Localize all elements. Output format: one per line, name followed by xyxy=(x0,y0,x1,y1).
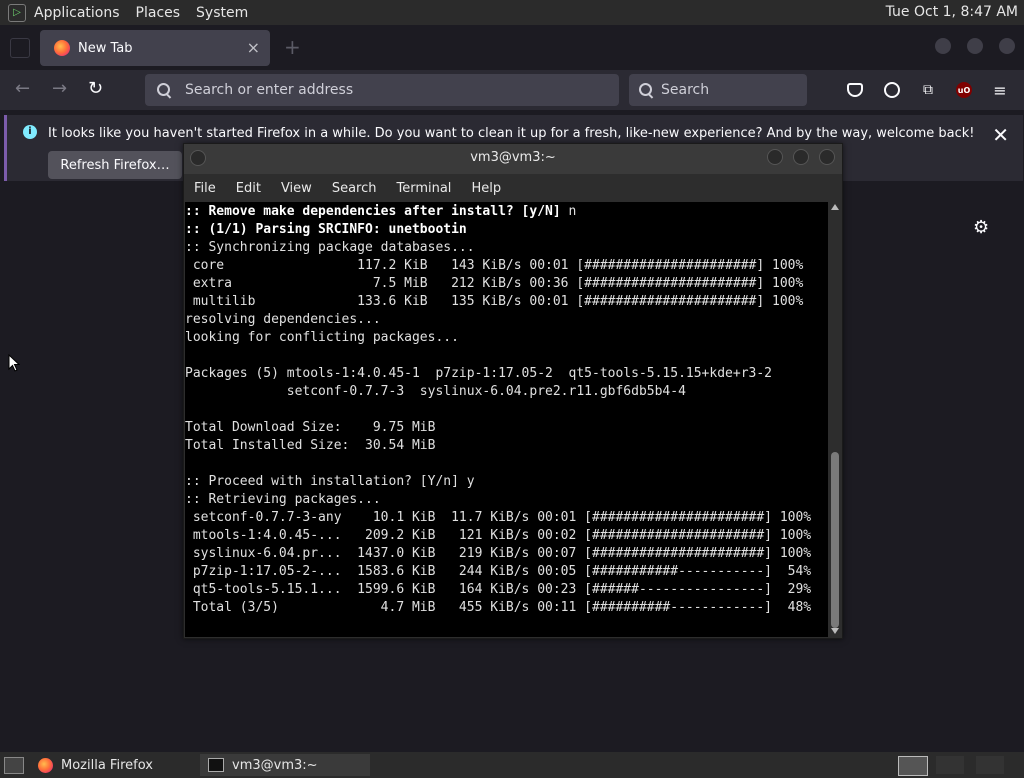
pocket-icon[interactable] xyxy=(846,81,864,99)
mouse-pointer-icon xyxy=(8,354,20,372)
workspace-1[interactable] xyxy=(898,756,928,776)
scroll-down-arrow-icon[interactable] xyxy=(831,628,839,634)
top-panel: ▷ Applications Places System Tue Oct 1, … xyxy=(0,0,1024,25)
terminal-line: Total Download Size: 9.75 MiB xyxy=(185,420,436,435)
firefox-icon xyxy=(54,40,70,56)
search-icon xyxy=(639,83,653,97)
terminal-title: vm3@vm3:~ xyxy=(470,150,556,165)
search-icon xyxy=(157,83,171,97)
terminal-line: setconf-0.7.7-3 syslinux-6.04.pre2.r11.g… xyxy=(185,384,686,399)
terminal-scrollbar[interactable] xyxy=(829,202,841,636)
tab-title: New Tab xyxy=(78,40,133,56)
address-bar[interactable]: Search or enter address xyxy=(145,74,619,106)
close-notification-icon[interactable]: ✕ xyxy=(992,123,1009,147)
terminal-line: :: Remove make dependencies after instal… xyxy=(185,204,577,219)
taskbar-item-firefox[interactable]: Mozilla Firefox xyxy=(0,754,190,776)
taskbar-item-label: Mozilla Firefox xyxy=(61,757,153,773)
system-menu[interactable]: System xyxy=(196,5,248,21)
terminal-line: :: Synchronizing package databases... xyxy=(185,240,475,255)
firefox-navbar: ← → ↻ Search or enter address Search ⧉ u… xyxy=(0,70,1024,110)
forward-arrow-icon[interactable]: → xyxy=(52,80,67,98)
tab-close-icon[interactable]: × xyxy=(247,38,260,57)
search-bar[interactable]: Search xyxy=(629,74,807,106)
notification-message: It looks like you haven't started Firefo… xyxy=(48,126,975,141)
hamburger-menu-icon[interactable]: ≡ xyxy=(991,81,1009,100)
terminal-line: Total (3/5) 4.7 MiB 455 KiB/s 00:11 [###… xyxy=(185,600,812,615)
applications-menu[interactable]: Applications xyxy=(34,5,120,21)
menu-search[interactable]: Search xyxy=(332,181,377,196)
clock[interactable]: Tue Oct 1, 8:47 AM xyxy=(886,4,1018,20)
address-bar-placeholder: Search or enter address xyxy=(185,82,354,98)
taskbar-item-label: vm3@vm3:~ xyxy=(232,757,318,773)
terminal-line: multilib 133.6 KiB 135 KiB/s 00:01 [####… xyxy=(185,294,804,309)
terminal-line: resolving dependencies... xyxy=(185,312,381,327)
terminal-line: setconf-0.7.7-3-any 10.1 KiB 11.7 KiB/s … xyxy=(185,510,812,525)
tab-new-tab[interactable]: New Tab × xyxy=(40,30,270,66)
menu-file[interactable]: File xyxy=(194,181,216,196)
terminal-menubar: File Edit View Search Terminal Help xyxy=(184,174,842,202)
firefox-view-button[interactable] xyxy=(10,38,30,58)
taskbar-item-terminal[interactable]: vm3@vm3:~ xyxy=(200,754,370,776)
menu-edit[interactable]: Edit xyxy=(236,181,261,196)
minimize-button[interactable] xyxy=(935,38,951,54)
terminal-line: looking for conflicting packages... xyxy=(185,330,459,345)
terminal-line: :: Retrieving packages... xyxy=(185,492,381,507)
close-window-button[interactable] xyxy=(999,38,1015,54)
terminal-line: syslinux-6.04.pr... 1437.0 KiB 219 KiB/s… xyxy=(185,546,812,561)
account-icon[interactable] xyxy=(883,81,901,99)
terminal-line: :: Proceed with installation? [Y/n] y xyxy=(185,474,475,489)
terminal-minimize-button[interactable] xyxy=(767,149,783,165)
search-bar-placeholder: Search xyxy=(661,82,710,98)
terminal-close-button[interactable] xyxy=(819,149,835,165)
menu-view[interactable]: View xyxy=(281,181,312,196)
extensions-icon[interactable]: ⧉ xyxy=(919,81,937,99)
terminal-icon xyxy=(208,758,224,772)
window-menu-button[interactable] xyxy=(190,150,206,166)
settings-gear-icon[interactable]: ⚙ xyxy=(973,219,991,237)
terminal-line: Packages (5) mtools-1:4.0.45-1 p7zip-1:1… xyxy=(185,366,772,381)
places-menu[interactable]: Places xyxy=(136,5,181,21)
terminal-line: extra 7.5 MiB 212 KiB/s 00:36 [#########… xyxy=(185,276,804,291)
scroll-up-arrow-icon[interactable] xyxy=(831,204,839,210)
terminal-line: qt5-tools-5.15.1... 1599.6 KiB 164 KiB/s… xyxy=(185,582,812,597)
scrollbar-thumb[interactable] xyxy=(831,452,839,628)
back-arrow-icon[interactable]: ← xyxy=(15,80,30,98)
terminal-launcher-icon[interactable]: ▷ xyxy=(8,3,26,22)
terminal-line: core 117.2 KiB 143 KiB/s 00:01 [########… xyxy=(185,258,804,273)
maximize-button[interactable] xyxy=(967,38,983,54)
info-icon: i xyxy=(23,125,37,139)
bottom-taskbar: Mozilla Firefox vm3@vm3:~ xyxy=(0,752,1024,778)
terminal-maximize-button[interactable] xyxy=(793,149,809,165)
terminal-line: Total Installed Size: 30.54 MiB xyxy=(185,438,436,453)
firefox-tab-strip: New Tab × + xyxy=(0,25,1024,70)
firefox-icon xyxy=(38,757,53,773)
new-tab-button[interactable]: + xyxy=(284,35,301,59)
terminal-window[interactable]: vm3@vm3:~ File Edit View Search Terminal… xyxy=(183,143,843,639)
terminal-line: mtools-1:4.0.45-... 209.2 KiB 121 KiB/s … xyxy=(185,528,812,543)
terminal-titlebar[interactable]: vm3@vm3:~ xyxy=(184,144,842,174)
menu-terminal[interactable]: Terminal xyxy=(396,181,451,196)
terminal-line: p7zip-1:17.05-2-... 1583.6 KiB 244 KiB/s… xyxy=(185,564,812,579)
reload-icon[interactable]: ↻ xyxy=(88,80,103,98)
ublock-origin-icon[interactable]: uO xyxy=(955,81,973,99)
terminal-output[interactable]: :: Remove make dependencies after instal… xyxy=(185,202,828,637)
menu-help[interactable]: Help xyxy=(471,181,501,196)
workspace-2[interactable] xyxy=(936,756,964,774)
refresh-firefox-button[interactable]: Refresh Firefox… xyxy=(48,151,182,179)
terminal-line: :: (1/1) Parsing SRCINFO: unetbootin xyxy=(185,222,467,237)
workspace-3[interactable] xyxy=(976,756,1004,774)
